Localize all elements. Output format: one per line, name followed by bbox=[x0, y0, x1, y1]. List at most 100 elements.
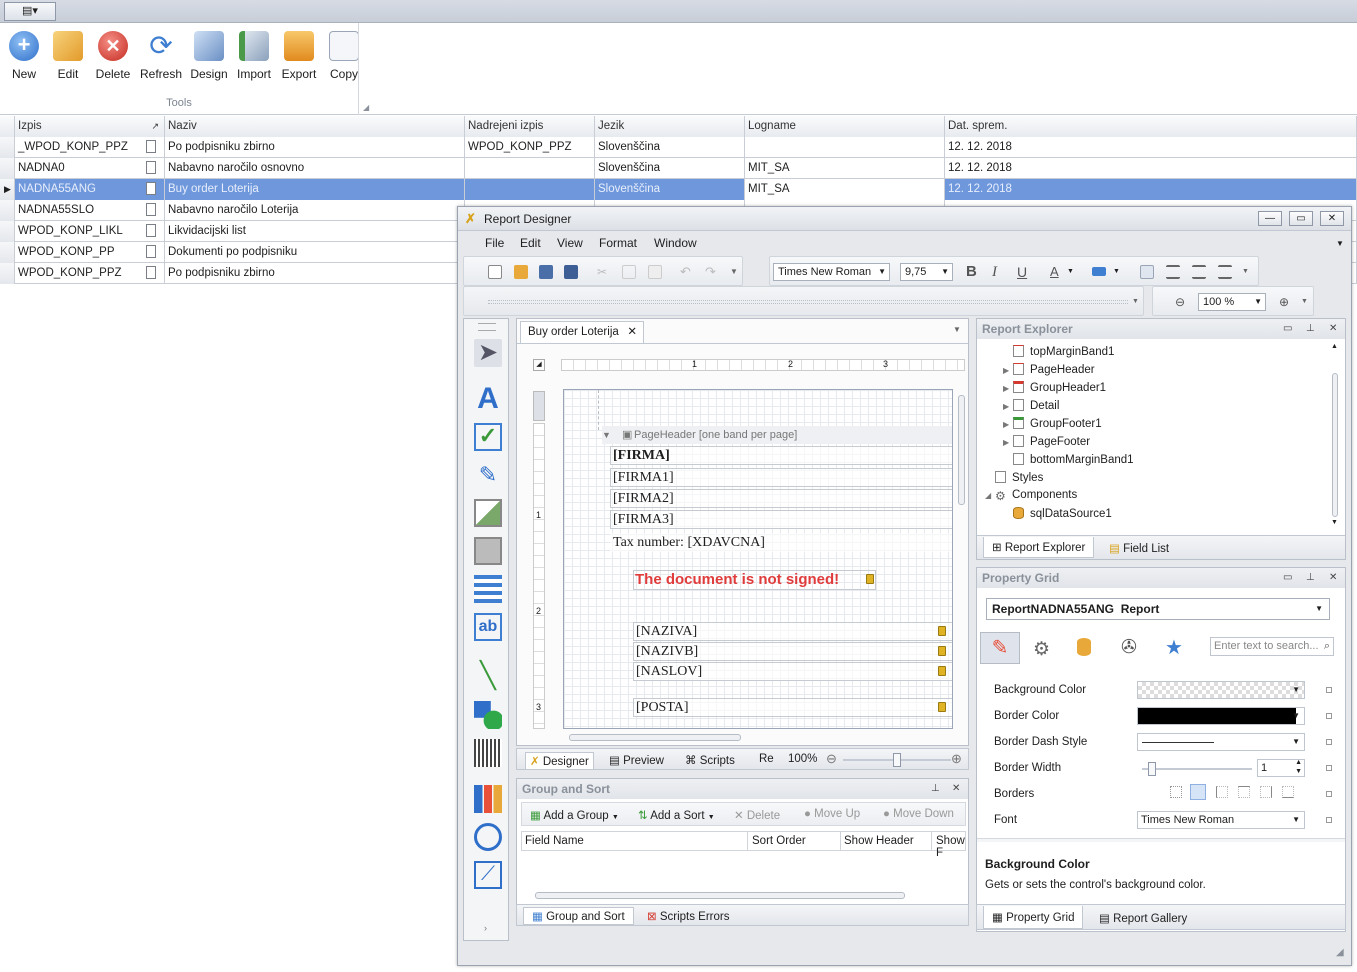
cell-nadrejeni[interactable]: WPOD_KONP_PPZ bbox=[465, 137, 595, 158]
delete-sort-button[interactable]: ✕ Delete bbox=[734, 808, 780, 822]
col-show-header[interactable]: Show Header bbox=[844, 835, 914, 847]
resize-grip-icon[interactable]: ◢ bbox=[1336, 947, 1344, 958]
component-selector-dropdown-icon[interactable]: ▼ bbox=[1315, 599, 1323, 619]
dropdown-icon[interactable]: ▼ bbox=[1292, 708, 1300, 724]
propgrid-close-icon[interactable]: ✕ bbox=[1329, 568, 1337, 588]
tab-field-list[interactable]: ▤ Field List bbox=[1109, 541, 1169, 555]
border-right-icon[interactable] bbox=[1260, 786, 1272, 798]
tree-expand-icon[interactable]: ▶ bbox=[1003, 366, 1013, 375]
firma-field[interactable]: [FIRMA] bbox=[610, 446, 952, 465]
zoom-combo[interactable]: 100 % ▼ bbox=[1198, 293, 1266, 311]
menu-overflow-icon[interactable]: ▼ bbox=[1336, 239, 1344, 248]
propgrid-float-icon[interactable]: ▭ bbox=[1283, 568, 1292, 588]
tree-expand-icon[interactable]: ◢ bbox=[985, 491, 995, 500]
col-header-naziv[interactable]: Naziv bbox=[165, 116, 465, 137]
new-button[interactable]: + New bbox=[2, 27, 46, 97]
tree-node[interactable]: bottomMarginBand1 bbox=[1003, 453, 1134, 466]
border-color-picker[interactable]: ▼ bbox=[1137, 707, 1305, 725]
cell-izpis[interactable]: NADNA55SLO bbox=[15, 200, 165, 221]
naziva-field[interactable]: [NAZIVA] bbox=[633, 622, 952, 641]
gauge-tool-icon[interactable] bbox=[474, 823, 502, 851]
group-expand-icon[interactable]: ◢ bbox=[363, 103, 369, 112]
panel-tool-icon[interactable] bbox=[474, 537, 502, 565]
vruler-margin-marker[interactable] bbox=[533, 391, 545, 421]
tree-expand-icon[interactable]: ▶ bbox=[1003, 420, 1013, 429]
paste-icon[interactable] bbox=[648, 265, 662, 279]
charactercomb-tool-icon[interactable]: ab bbox=[474, 613, 502, 641]
redo-icon[interactable]: ↷ bbox=[705, 265, 719, 279]
cell-izpis[interactable]: WPOD_KONP_PPZ bbox=[15, 263, 165, 284]
explorer-close-icon[interactable]: ✕ bbox=[1329, 319, 1337, 339]
tree-expand-icon[interactable]: ▶ bbox=[1003, 438, 1013, 447]
border-width-slider-thumb[interactable] bbox=[1148, 762, 1156, 776]
cell-naziv[interactable]: Nabavno naročilo Loterija bbox=[165, 200, 465, 221]
align-center-icon[interactable] bbox=[1166, 265, 1180, 279]
forecolor-icon[interactable]: A bbox=[1050, 265, 1064, 279]
col-sort-order[interactable]: Sort Order bbox=[752, 835, 806, 847]
explorer-scroll-thumb[interactable] bbox=[1332, 373, 1338, 517]
edit-button[interactable]: Edit bbox=[46, 27, 90, 97]
cell-logname[interactable]: MIT_SA bbox=[745, 158, 945, 179]
copy-button[interactable]: Copy bbox=[322, 27, 366, 97]
undo-icon[interactable]: ↶ bbox=[680, 265, 694, 279]
not-signed-label[interactable]: The document is not signed! bbox=[633, 570, 876, 590]
group-sort-hscroll[interactable] bbox=[535, 892, 905, 899]
design-tab-icon[interactable]: ✇ bbox=[1121, 636, 1137, 659]
font-toolbar-overflow-icon[interactable]: ▼ bbox=[1242, 265, 1256, 279]
italic-icon[interactable]: I bbox=[992, 265, 1006, 280]
cell-naziv[interactable]: Po podpisniku zbirno bbox=[165, 263, 465, 284]
tree-expand-icon[interactable]: ▶ bbox=[1003, 384, 1013, 393]
spinner-arrows-icon[interactable]: ▲ ▼ bbox=[1295, 758, 1302, 776]
row-indicator[interactable] bbox=[0, 158, 15, 179]
layout-toolbar-icons[interactable] bbox=[488, 300, 1128, 304]
save-icon[interactable] bbox=[539, 265, 553, 279]
explorer-scrollbar[interactable]: ▲ ▼ bbox=[1331, 343, 1341, 529]
richtext-tool-icon[interactable]: ✎ bbox=[474, 461, 502, 489]
background-color-picker[interactable]: ▼ bbox=[1137, 681, 1305, 699]
tab-report-explorer[interactable]: ⊞ Report Explorer bbox=[983, 537, 1095, 558]
border-dash-style-select[interactable]: ▼ bbox=[1137, 733, 1305, 751]
tab-report-gallery[interactable]: ▤ Report Gallery bbox=[1099, 911, 1187, 925]
zoom-in-icon[interactable]: ⊕ bbox=[1279, 295, 1293, 309]
posta-field[interactable]: [POSTA] bbox=[633, 698, 952, 717]
table-row[interactable]: ▶ NADNA55ANG Buy order Loterija Slovenščina… bbox=[0, 179, 1357, 200]
chart-tool-icon[interactable] bbox=[474, 785, 502, 813]
nazivb-field[interactable]: [NAZIVB] bbox=[633, 642, 952, 661]
appearance-tab-icon[interactable]: ✎ bbox=[980, 632, 1020, 664]
menu-file[interactable]: File bbox=[485, 236, 504, 250]
zoom-slider-thumb[interactable] bbox=[893, 753, 901, 767]
col-header-dat[interactable]: Dat. sprem. bbox=[945, 116, 1357, 137]
row-indicator[interactable] bbox=[0, 200, 15, 221]
cell-jezik[interactable]: Slovenščina bbox=[595, 158, 745, 179]
explorer-scroll-down-icon[interactable]: ▼ bbox=[1331, 519, 1338, 526]
data-tab-icon[interactable] bbox=[1077, 638, 1091, 656]
report-doc-icon[interactable] bbox=[146, 140, 156, 153]
delete-button[interactable]: ✕ Delete bbox=[91, 27, 135, 97]
toolbox-expand-icon[interactable]: › bbox=[484, 923, 487, 933]
cell-dat[interactable]: 12. 12. 2018 bbox=[945, 137, 1357, 158]
col-header-jezik[interactable]: Jezik bbox=[595, 116, 745, 137]
border-bottom-icon[interactable] bbox=[1282, 786, 1294, 798]
font-select[interactable]: Times New Roman ▼ bbox=[1137, 811, 1305, 829]
border-width-slider[interactable] bbox=[1142, 762, 1252, 776]
bold-icon[interactable]: B bbox=[966, 264, 980, 279]
component-selector[interactable]: ReportNADNA55ANG Report ▼ bbox=[986, 598, 1330, 620]
col-show-footer[interactable]: Show F bbox=[936, 835, 965, 859]
font-size-combo[interactable]: 9,75 ▼ bbox=[900, 263, 953, 281]
doc-tab-buy-order[interactable]: Buy order Loterija ✕ bbox=[520, 321, 644, 343]
tree-node[interactable]: ▶ Detail bbox=[1003, 399, 1059, 412]
tree-node[interactable]: ▶ PageHeader bbox=[1003, 363, 1095, 376]
align-left-icon[interactable] bbox=[1140, 265, 1154, 279]
tab-scripts-errors[interactable]: ⊠ Scripts Errors bbox=[647, 909, 730, 923]
report-doc-icon[interactable] bbox=[146, 203, 156, 216]
firma3-field[interactable]: [FIRMA3] bbox=[610, 510, 952, 529]
report-doc-icon[interactable] bbox=[146, 266, 156, 279]
add-sort-button[interactable]: ⇅ Add a Sort ▼ bbox=[638, 808, 715, 822]
font-name-combo[interactable]: Times New Roman ▼ bbox=[773, 263, 890, 281]
underline-icon[interactable]: U bbox=[1017, 265, 1031, 279]
cut-icon[interactable]: ✂ bbox=[597, 265, 611, 279]
layout-overflow-icon[interactable]: ▼ bbox=[1132, 295, 1146, 309]
cell-naziv[interactable]: Dokumenti po podpisniku bbox=[165, 242, 465, 263]
close-window-button[interactable]: ✕ bbox=[1320, 211, 1344, 226]
open-folder-icon[interactable] bbox=[514, 265, 528, 279]
